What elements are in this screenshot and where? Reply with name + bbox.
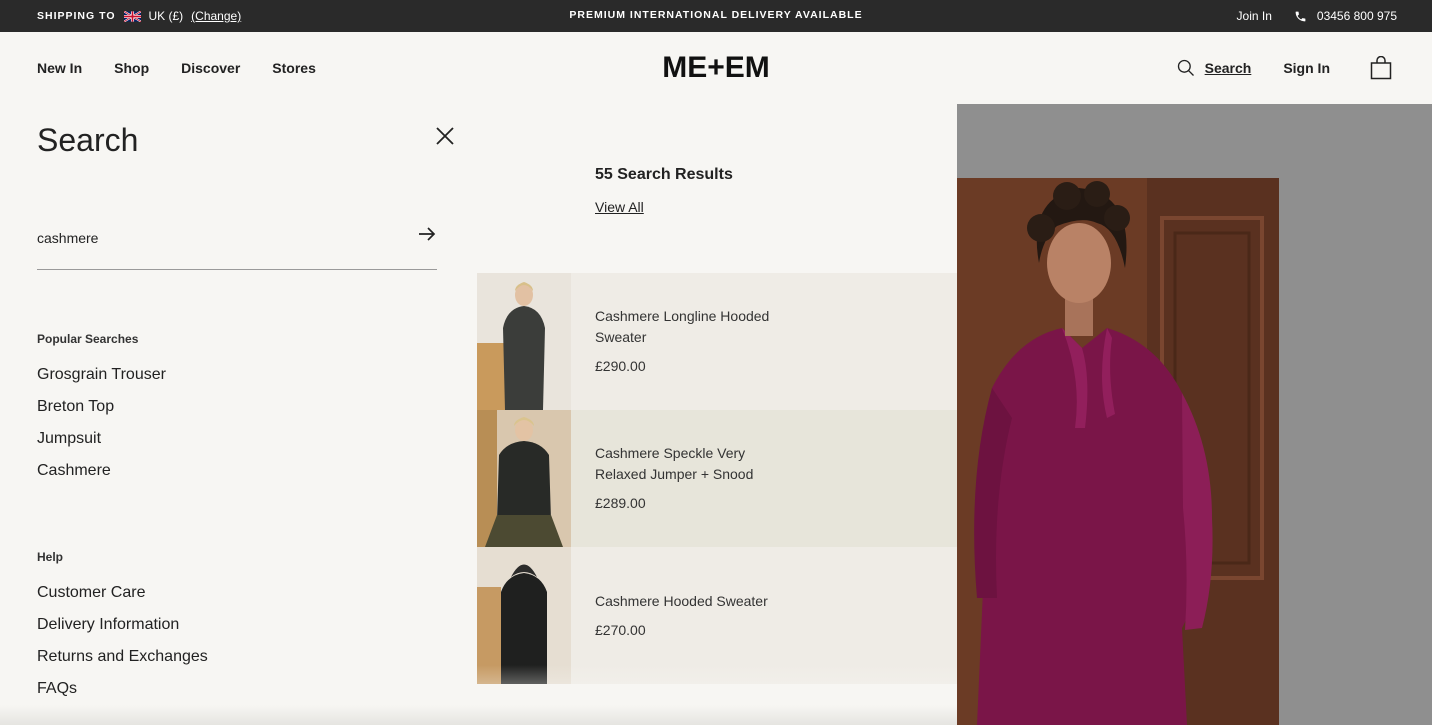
results-count: 55 Search Results [595,166,733,183]
phone-link[interactable]: 03456 800 975 [1317,9,1397,23]
help-item[interactable]: Delivery Information [37,609,208,641]
bottom-shadow [0,705,957,725]
sign-in-link[interactable]: Sign In [1283,60,1330,76]
uk-flag-icon [123,10,141,22]
bag-icon[interactable] [1370,56,1392,80]
popular-search-item[interactable]: Cashmere [37,455,166,487]
search-icon[interactable] [1176,58,1196,78]
view-all-link[interactable]: View All [595,199,644,215]
popular-searches-list: Grosgrain Trouser Breton Top Jumpsuit Ca… [37,359,166,487]
site-header: New In Shop Discover Stores ME+EM Search… [0,32,1432,104]
popular-search-item[interactable]: Jumpsuit [37,423,166,455]
help-item[interactable]: Customer Care [37,577,208,609]
search-link[interactable]: Search [1205,60,1252,76]
region-label: UK (£) [148,9,184,23]
search-field [37,216,437,270]
change-region-link[interactable]: (Change) [191,9,241,23]
search-input[interactable] [37,230,397,246]
product-price: £289.00 [595,495,646,511]
product-card[interactable]: Cashmere Speckle Very Relaxed Jumper + S… [477,410,957,547]
product-image[interactable] [477,547,571,684]
nav-shop[interactable]: Shop [114,60,149,76]
product-name[interactable]: Cashmere Speckle Very Relaxed Jumper + S… [595,443,795,485]
product-image[interactable] [477,273,571,410]
search-title: Search [37,122,139,158]
top-bar: SHIPPING TO UK (£) (Change) PREMIUM INTE… [0,0,1432,32]
popular-searches-label: Popular Searches [37,332,139,346]
close-icon[interactable] [435,126,455,146]
search-results: 55 Search Results View All Cashmere Long… [477,104,957,725]
arrow-right-icon[interactable] [417,224,437,244]
hero-image[interactable] [957,104,1432,725]
product-card[interactable]: Cashmere Longline Hooded Sweater £290.00 [477,273,957,410]
search-panel: Search Popular Searches Grosgrain Trouse… [0,104,477,725]
product-card[interactable]: Cashmere Hooded Sweater £270.00 [477,547,957,684]
popular-search-item[interactable]: Breton Top [37,391,166,423]
product-name[interactable]: Cashmere Longline Hooded Sweater [595,306,795,348]
main-nav: New In Shop Discover Stores [37,32,316,104]
shipping-label: SHIPPING TO [37,10,116,22]
product-image[interactable] [477,410,571,547]
shipping-selector: SHIPPING TO UK (£) (Change) [37,0,241,32]
help-list: Customer Care Delivery Information Retur… [37,577,208,705]
help-item[interactable]: FAQs [37,673,208,705]
nav-new-in[interactable]: New In [37,60,82,76]
nav-discover[interactable]: Discover [181,60,240,76]
product-price: £290.00 [595,358,646,374]
model-photo [957,178,1279,725]
help-label: Help [37,550,64,564]
help-item[interactable]: Returns and Exchanges [37,641,208,673]
product-name[interactable]: Cashmere Hooded Sweater [595,591,795,612]
product-price: £270.00 [595,622,646,638]
join-in-link[interactable]: Join In [1237,9,1272,23]
phone-icon [1295,11,1306,21]
nav-stores[interactable]: Stores [272,60,316,76]
popular-search-item[interactable]: Grosgrain Trouser [37,359,166,391]
